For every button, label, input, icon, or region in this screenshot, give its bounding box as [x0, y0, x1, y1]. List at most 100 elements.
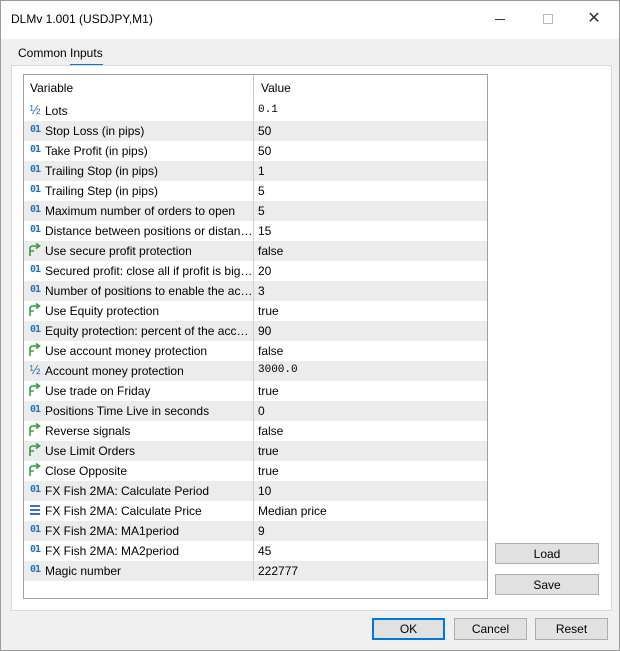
- variable-name: Use account money protection: [45, 344, 208, 358]
- save-button[interactable]: Save: [495, 574, 599, 595]
- ok-button[interactable]: OK: [372, 618, 445, 640]
- variable-cell: ½ Account money protection: [24, 361, 254, 381]
- variable-name: Stop Loss (in pips): [45, 124, 145, 138]
- table-row[interactable]: ½ Lots 0.1: [24, 101, 487, 121]
- table-row[interactable]: 01 Magic number 222777: [24, 561, 487, 581]
- table-row[interactable]: 01 Trailing Stop (in pips) 1: [24, 161, 487, 181]
- window-title: DLMv 1.001 (USDJPY,M1): [11, 12, 153, 26]
- table-row[interactable]: 01 Distance between positions or distance…: [24, 221, 487, 241]
- variable-cell: 01 FX Fish 2MA: MA1period: [24, 521, 254, 541]
- table-row[interactable]: 01 Take Profit (in pips) 50: [24, 141, 487, 161]
- value-cell[interactable]: 1: [254, 161, 487, 181]
- table-row[interactable]: 01 Trailing Step (in pips) 5: [24, 181, 487, 201]
- variable-cell: 01 FX Fish 2MA: Calculate Period: [24, 481, 254, 501]
- maximize-icon: [543, 14, 553, 24]
- table-row[interactable]: 01 Positions Time Live in seconds 0: [24, 401, 487, 421]
- value-cell[interactable]: 15: [254, 221, 487, 241]
- variable-cell: 01 Secured profit: close all if profit is…: [24, 261, 254, 281]
- column-header-value[interactable]: Value: [254, 75, 487, 101]
- integer-type-icon: 01: [29, 264, 41, 275]
- integer-type-icon: 01: [29, 324, 41, 335]
- table-row[interactable]: Use Limit Orders true: [24, 441, 487, 461]
- variable-name: Number of positions to enable the accou.…: [45, 284, 254, 298]
- boolean-type-icon: [28, 422, 42, 437]
- table-row[interactable]: 01 FX Fish 2MA: Calculate Period 10: [24, 481, 487, 501]
- integer-type-icon: 01: [29, 544, 41, 555]
- double-type-icon: ½: [29, 102, 41, 117]
- cancel-button[interactable]: Cancel: [454, 618, 527, 640]
- table-row[interactable]: Use Equity protection true: [24, 301, 487, 321]
- value-cell[interactable]: 5: [254, 201, 487, 221]
- value-cell[interactable]: 50: [254, 121, 487, 141]
- table-row[interactable]: 01 Maximum number of orders to open 5: [24, 201, 487, 221]
- variable-name: Lots: [45, 104, 68, 118]
- inputs-panel: Variable Value ½ Lots 0.1 01 Stop Loss (in p…: [11, 65, 612, 611]
- value-cell[interactable]: true: [254, 461, 487, 481]
- integer-type-icon: 01: [29, 204, 41, 215]
- value-cell[interactable]: 3: [254, 281, 487, 301]
- variable-name: Distance between positions or distance .…: [45, 224, 254, 238]
- boolean-type-icon: [28, 342, 42, 357]
- variable-cell: FX Fish 2MA: Calculate Price: [24, 501, 254, 521]
- variable-cell: ½ Lots: [24, 101, 254, 121]
- value-cell[interactable]: false: [254, 421, 487, 441]
- variable-cell: Reverse signals: [24, 421, 254, 441]
- table-row[interactable]: 01 FX Fish 2MA: MA2period 45: [24, 541, 487, 561]
- boolean-type-icon: [28, 382, 42, 397]
- integer-type-icon: 01: [29, 564, 41, 575]
- table-row[interactable]: Reverse signals false: [24, 421, 487, 441]
- integer-type-icon: 01: [29, 284, 41, 295]
- value-cell[interactable]: false: [254, 341, 487, 361]
- reset-button[interactable]: Reset: [535, 618, 608, 640]
- variable-cell: 01 Maximum number of orders to open: [24, 201, 254, 221]
- table-row[interactable]: 01 Number of positions to enable the acco…: [24, 281, 487, 301]
- table-row[interactable]: Close Opposite true: [24, 461, 487, 481]
- integer-type-icon: 01: [29, 184, 41, 195]
- value-cell[interactable]: 45: [254, 541, 487, 561]
- table-row[interactable]: Use account money protection false: [24, 341, 487, 361]
- integer-type-icon: 01: [29, 224, 41, 235]
- value-cell[interactable]: 3000.0: [254, 361, 487, 381]
- value-cell[interactable]: true: [254, 301, 487, 321]
- value-cell[interactable]: false: [254, 241, 487, 261]
- value-cell[interactable]: Median price: [254, 501, 487, 521]
- value-cell[interactable]: 5: [254, 181, 487, 201]
- boolean-type-icon: [28, 462, 42, 477]
- value-cell[interactable]: 10: [254, 481, 487, 501]
- value-cell[interactable]: true: [254, 381, 487, 401]
- load-button[interactable]: Load: [495, 543, 599, 564]
- table-row[interactable]: 01 FX Fish 2MA: MA1period 9: [24, 521, 487, 541]
- variable-name: Account money protection: [45, 364, 184, 378]
- table-row[interactable]: FX Fish 2MA: Calculate Price Median price: [24, 501, 487, 521]
- variable-name: Use trade on Friday: [45, 384, 151, 398]
- table-row[interactable]: ½ Account money protection 3000.0: [24, 361, 487, 381]
- value-cell[interactable]: 222777: [254, 561, 487, 581]
- variable-name: Trailing Stop (in pips): [45, 164, 158, 178]
- table-row[interactable]: Use trade on Friday true: [24, 381, 487, 401]
- maximize-button[interactable]: [525, 1, 571, 37]
- tab-inputs[interactable]: Inputs: [70, 44, 103, 66]
- value-cell[interactable]: true: [254, 441, 487, 461]
- title-bar[interactable]: DLMv 1.001 (USDJPY,M1) ✕: [1, 1, 619, 39]
- variable-name: Equity protection: percent of the accoun…: [45, 324, 254, 338]
- value-cell[interactable]: 50: [254, 141, 487, 161]
- integer-type-icon: 01: [29, 124, 41, 135]
- minimize-button[interactable]: [477, 1, 523, 37]
- value-cell[interactable]: 0.1: [254, 101, 487, 121]
- inputs-grid[interactable]: Variable Value ½ Lots 0.1 01 Stop Loss (in p…: [23, 74, 488, 599]
- variable-name: Use Limit Orders: [45, 444, 136, 458]
- column-header-variable[interactable]: Variable: [24, 75, 254, 101]
- tab-common[interactable]: Common: [18, 44, 67, 64]
- value-cell[interactable]: 0: [254, 401, 487, 421]
- variable-cell: 01 Number of positions to enable the acco…: [24, 281, 254, 301]
- value-cell[interactable]: 9: [254, 521, 487, 541]
- variable-name: Trailing Step (in pips): [45, 184, 158, 198]
- variable-name: Positions Time Live in seconds: [45, 404, 210, 418]
- table-row[interactable]: Use secure profit protection false: [24, 241, 487, 261]
- table-row[interactable]: 01 Equity protection: percent of the acco…: [24, 321, 487, 341]
- value-cell[interactable]: 90: [254, 321, 487, 341]
- close-button[interactable]: ✕: [571, 1, 617, 37]
- value-cell[interactable]: 20: [254, 261, 487, 281]
- table-row[interactable]: 01 Secured profit: close all if profit is…: [24, 261, 487, 281]
- table-row[interactable]: 01 Stop Loss (in pips) 50: [24, 121, 487, 141]
